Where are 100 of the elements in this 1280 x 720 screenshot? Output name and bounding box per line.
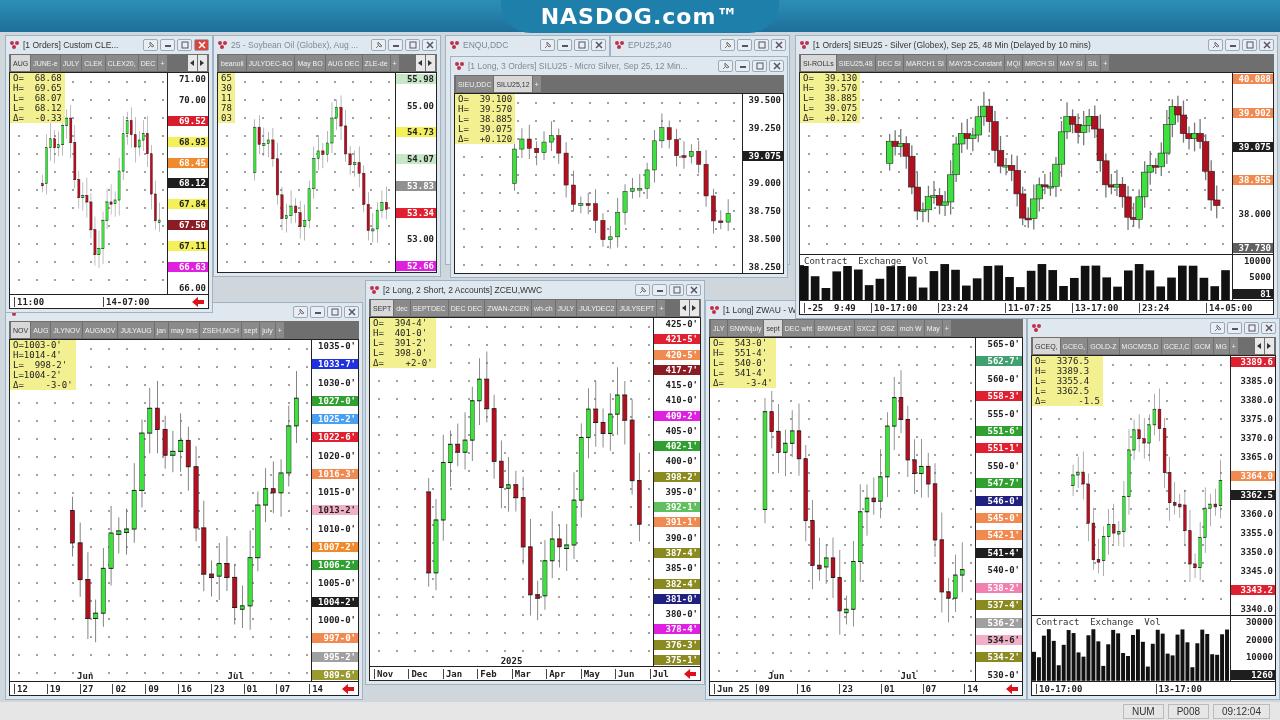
time-axis-label: 16: [797, 683, 836, 694]
price-tag: 541-4': [976, 547, 1022, 558]
ohlc-readout: O=1003-0' H=1014-4' L= 998-2' L=1004-2' Δ= -3-0': [10, 340, 76, 390]
time-axis-label: 13-17:00: [1072, 302, 1135, 313]
price-tag: 391-1': [654, 517, 700, 528]
ohlc-readout: O= 39.100 H= 39.570 L= 38.885 L= 39.075 Δ= +0.120: [455, 94, 516, 144]
price-label: 395-0': [664, 486, 699, 497]
price-tag: 3389.6: [1231, 357, 1275, 367]
price-tag: 55.98: [396, 74, 436, 84]
price-label: 1010-0': [317, 523, 357, 534]
price-tag: 37.730: [1233, 242, 1273, 253]
price-label: 38.000: [1237, 209, 1272, 219]
price-tag: 1004-2': [312, 596, 358, 607]
price-label: 410-0': [664, 395, 699, 406]
price-tag: 3343.2: [1231, 585, 1275, 596]
price-label: 415-0': [664, 380, 699, 391]
price-tag: 376-3': [654, 639, 700, 650]
ohlc-readout: O= 394-4' H= 401-0' L= 391-2' L= 398-0' Δ= +2-0': [370, 318, 436, 368]
ohlc-readout: O= 543-0' H= 551-4' L= 540-0' L= 541-4' Δ= -3-4': [710, 338, 776, 388]
time-axis-label: 23:24: [938, 302, 1001, 313]
window-title: [1 Orders] SIEU25 - Silver (Globex), Sep 25, 48 Min (Delayed by 10 mins): [813, 40, 1091, 50]
price-tag: 1025-2': [312, 414, 358, 425]
time-axis-label: 01: [243, 683, 273, 694]
price-tag: 402-1': [654, 441, 700, 452]
time-axis-label: 14: [309, 683, 338, 694]
price-label: 560-0': [986, 373, 1021, 384]
ohlc-readout: O= 68.68 H= 69.65 L= 68.07 L= 68.12 Δ= -0.33: [10, 73, 65, 123]
window-title: EPU25,240: [628, 40, 672, 50]
price-label: 70.00: [177, 94, 207, 105]
price-tag: 387-4': [654, 548, 700, 558]
time-axis-label: Nov: [374, 668, 405, 679]
time-axis-label: Jan: [442, 668, 474, 679]
status-field: P008: [1167, 703, 1210, 719]
price-label: 39.000: [747, 178, 782, 189]
price-tag: 69.52: [168, 115, 208, 126]
price-label: 530-0': [986, 669, 1021, 680]
price-tag: 39.075: [743, 150, 783, 161]
price-tag: 409-2': [654, 410, 700, 421]
volume-pane-title: Contract Exchange Vol: [1036, 617, 1161, 628]
price-tag: 67.50: [168, 220, 208, 231]
window-title: 25 - Soybean Oil (Globex), Aug ...: [231, 40, 359, 50]
price-label: 3365.0: [1239, 452, 1274, 463]
volume-pane-title: Contract Exchange Vol: [804, 255, 929, 266]
month-label: Jun: [77, 671, 94, 681]
price-tag: 1033-7': [312, 359, 358, 370]
price-label: 540-0': [986, 565, 1021, 576]
time-axis-label: 10-17:00: [1036, 683, 1152, 694]
price-tag: 67.11: [168, 241, 208, 252]
time-axis-label: 07: [922, 683, 961, 694]
price-label: 10000: [1242, 255, 1272, 266]
price-tag: 40.088: [1233, 74, 1273, 84]
price-tag: 547-7': [976, 478, 1022, 489]
window-title: ENQU,DDC: [463, 40, 509, 50]
ohlc-readout: O= 3376.5 H= 3389.3 L= 3355.4 L= 3362.5 Δ= -1.5: [1032, 356, 1104, 406]
price-tag: 67.84: [168, 199, 208, 210]
time-axis-label: Jun 25: [714, 683, 752, 694]
status-field: 09:12:04: [1213, 703, 1270, 719]
price-tag: 54.07: [396, 154, 436, 165]
price-tag: 375-1': [654, 654, 700, 665]
time-axis-label: 11:00: [14, 296, 99, 307]
price-label: 1020-0': [317, 450, 357, 461]
price-label: 3375.0: [1239, 414, 1274, 425]
price-tag: 420-5': [654, 349, 700, 360]
time-axis-label: 23: [839, 683, 877, 694]
price-label: 10000: [1244, 652, 1274, 663]
price-tag: 53.34: [396, 207, 436, 218]
price-tag: 382-4': [654, 578, 700, 589]
price-label: 3355.0: [1239, 528, 1274, 539]
price-tag: 39.075: [1233, 141, 1273, 152]
price-tag: 68.93: [168, 136, 208, 147]
time-axis-label: 14-05:00: [1206, 302, 1269, 313]
time-axis-label: 02: [112, 683, 142, 694]
price-label: 3380.0: [1239, 395, 1274, 406]
price-tag: 558-3': [976, 391, 1022, 402]
time-axis-label: 14-07:00: [103, 296, 188, 307]
price-tag: 537-4': [976, 600, 1022, 611]
price-label: 1000-0': [317, 615, 357, 625]
price-tag: 421-5': [654, 334, 700, 345]
price-label: 405-0': [664, 425, 699, 436]
price-tag: 392-1': [654, 502, 700, 513]
time-axis-label: 07: [276, 683, 306, 694]
price-label: 53.00: [405, 234, 435, 245]
price-tag: 54.73: [396, 127, 436, 138]
price-tag: 536-2': [976, 617, 1022, 628]
price-tag: 997-0': [312, 633, 358, 644]
price-label: 39.250: [747, 122, 782, 133]
window-title: [1 Orders] Custom CLE...: [23, 40, 119, 50]
price-tag: 381-0': [654, 593, 700, 604]
price-tag: 66.63: [168, 262, 208, 272]
status-field: NUM: [1122, 703, 1164, 719]
time-axis-label: Apr: [546, 668, 577, 679]
price-tag: 989-6': [312, 669, 358, 680]
price-tag: 1022-6': [312, 432, 358, 443]
site-logo: NASDOG.com™: [500, 0, 780, 33]
price-tag: 1260: [1231, 670, 1275, 680]
price-tag: 562-7': [976, 356, 1022, 367]
ohlc-readout: 65 30 11 78 03: [218, 73, 235, 123]
window-title: [1 Long, 3 Orders] SILU25 - Micro Silver, Sep 25, 12 Min...: [468, 61, 688, 71]
time-axis-label: Feb: [477, 668, 508, 679]
time-axis-label: Jun: [615, 668, 646, 679]
